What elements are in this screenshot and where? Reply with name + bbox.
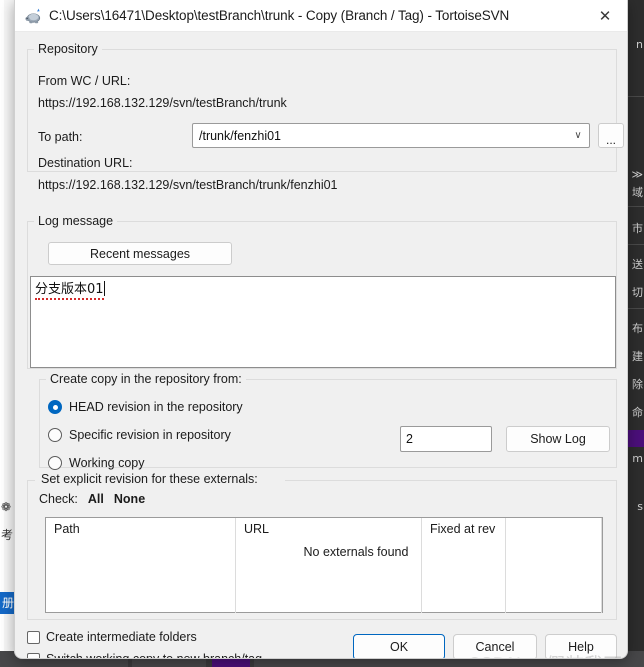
log-message-group: Log message Recent messages 分支版本01	[27, 214, 617, 369]
radio-head-revision-indicator[interactable]	[48, 400, 62, 414]
help-button[interactable]: Help	[545, 634, 617, 658]
check-label: Check:	[39, 492, 78, 506]
chevron-down-icon[interactable]: ∨	[567, 130, 589, 141]
create-copy-from-group: Create copy in the repository from: HEAD…	[39, 372, 617, 470]
recent-messages-button[interactable]: Recent messages	[48, 242, 232, 265]
radio-working-copy-indicator[interactable]	[48, 456, 62, 470]
tortoise-svn-icon	[23, 6, 43, 26]
log-message-text: 分支版本01	[35, 282, 104, 300]
column-header-fixed-at-rev[interactable]: Fixed at rev	[422, 518, 506, 613]
externals-empty-message: No externals found	[303, 545, 409, 559]
background-right-glyph: s	[637, 500, 643, 513]
background-right-glyph: 除	[632, 378, 643, 391]
cancel-button[interactable]: Cancel	[453, 634, 537, 658]
window-title: C:\Users\16471\Desktop\testBranch\trunk …	[49, 8, 510, 23]
log-message-input[interactable]: 分支版本01	[30, 276, 616, 368]
background-left-glyph: ❁	[1, 500, 12, 514]
browse-button[interactable]: ...	[598, 123, 624, 148]
radio-head-revision[interactable]: HEAD revision in the repository	[48, 400, 243, 414]
to-path-input[interactable]: /trunk/fenzhi01	[193, 129, 567, 143]
copy-branch-tag-dialog: C:\Users\16471\Desktop\testBranch\trunk …	[14, 0, 628, 659]
background-right-glyph: 域	[632, 186, 643, 199]
background-right-glyph: n	[636, 38, 643, 51]
switch-working-copy-box[interactable]	[27, 652, 40, 658]
background-right-purple-bar	[628, 430, 644, 447]
background-right-divider	[628, 96, 644, 97]
column-header-url[interactable]: URL	[236, 518, 422, 613]
from-wc-url-label: From WC / URL:	[38, 74, 131, 88]
externals-table[interactable]: Path URL Fixed at rev No externals found	[45, 517, 603, 613]
to-path-combobox[interactable]: /trunk/fenzhi01 ∨	[192, 123, 590, 148]
close-icon[interactable]: ✕	[583, 0, 627, 32]
switch-working-copy-checkbox[interactable]: Switch working copy to new branch/tag	[27, 652, 263, 659]
repository-group: Repository From WC / URL: https://192.16…	[27, 42, 624, 192]
to-path-label: To path:	[38, 130, 83, 144]
destination-url-label: Destination URL:	[38, 156, 133, 170]
radio-specific-revision-indicator[interactable]	[48, 428, 62, 442]
radio-specific-revision-label: Specific revision in repository	[69, 428, 231, 442]
background-right-glyph: 市	[632, 222, 643, 235]
repository-group-legend: Repository	[38, 42, 98, 56]
background-right-glyph: 布	[632, 322, 643, 335]
background-right-glyph: 建	[632, 350, 643, 363]
background-right-divider	[628, 206, 644, 207]
radio-working-copy-label: Working copy	[69, 456, 145, 470]
background-right-glyph: m	[632, 452, 643, 465]
externals-check-row: Check: All None	[39, 492, 145, 506]
column-header-path[interactable]: Path	[46, 518, 236, 613]
revision-number-input[interactable]: 2	[400, 426, 492, 452]
switch-working-copy-label: Switch working copy to new branch/tag	[46, 652, 263, 659]
destination-url-value: https://192.168.132.129/svn/testBranch/t…	[38, 178, 338, 192]
externals-table-header: Path URL Fixed at rev	[46, 518, 602, 613]
background-right-glyph: 命	[632, 406, 643, 419]
externals-group-legend: Set explicit revision for these external…	[37, 472, 262, 486]
title-bar: C:\Users\16471\Desktop\testBranch\trunk …	[15, 0, 627, 32]
background-left-glyph: 考	[1, 528, 14, 542]
background-right-divider	[628, 308, 644, 309]
column-header-extra[interactable]	[506, 518, 602, 613]
radio-working-copy[interactable]: Working copy	[48, 456, 145, 470]
check-all-link[interactable]: All	[88, 492, 104, 506]
ok-button[interactable]: OK	[353, 634, 445, 658]
externals-group: Set explicit revision for these external…	[27, 472, 617, 620]
dialog-content: Repository From WC / URL: https://192.16…	[15, 32, 627, 659]
create-intermediate-folders-label: Create intermediate folders	[46, 630, 197, 644]
create-intermediate-folders-box[interactable]	[27, 630, 40, 644]
show-log-button[interactable]: Show Log	[506, 426, 610, 452]
background-right-divider	[628, 244, 644, 245]
background-right-glyph: 切	[632, 286, 643, 299]
from-wc-url-value: https://192.168.132.129/svn/testBranch/t…	[38, 96, 287, 110]
check-none-link[interactable]: None	[114, 492, 145, 506]
radio-specific-revision[interactable]: Specific revision in repository	[48, 428, 231, 442]
radio-head-revision-label: HEAD revision in the repository	[69, 400, 243, 414]
text-cursor	[103, 281, 105, 296]
background-right-glyph: ≫	[631, 168, 643, 181]
background-right-glyph: 送	[632, 258, 643, 271]
create-copy-from-legend: Create copy in the repository from:	[50, 372, 242, 386]
create-intermediate-folders-checkbox[interactable]: Create intermediate folders	[27, 630, 197, 644]
log-message-group-legend: Log message	[38, 214, 114, 228]
